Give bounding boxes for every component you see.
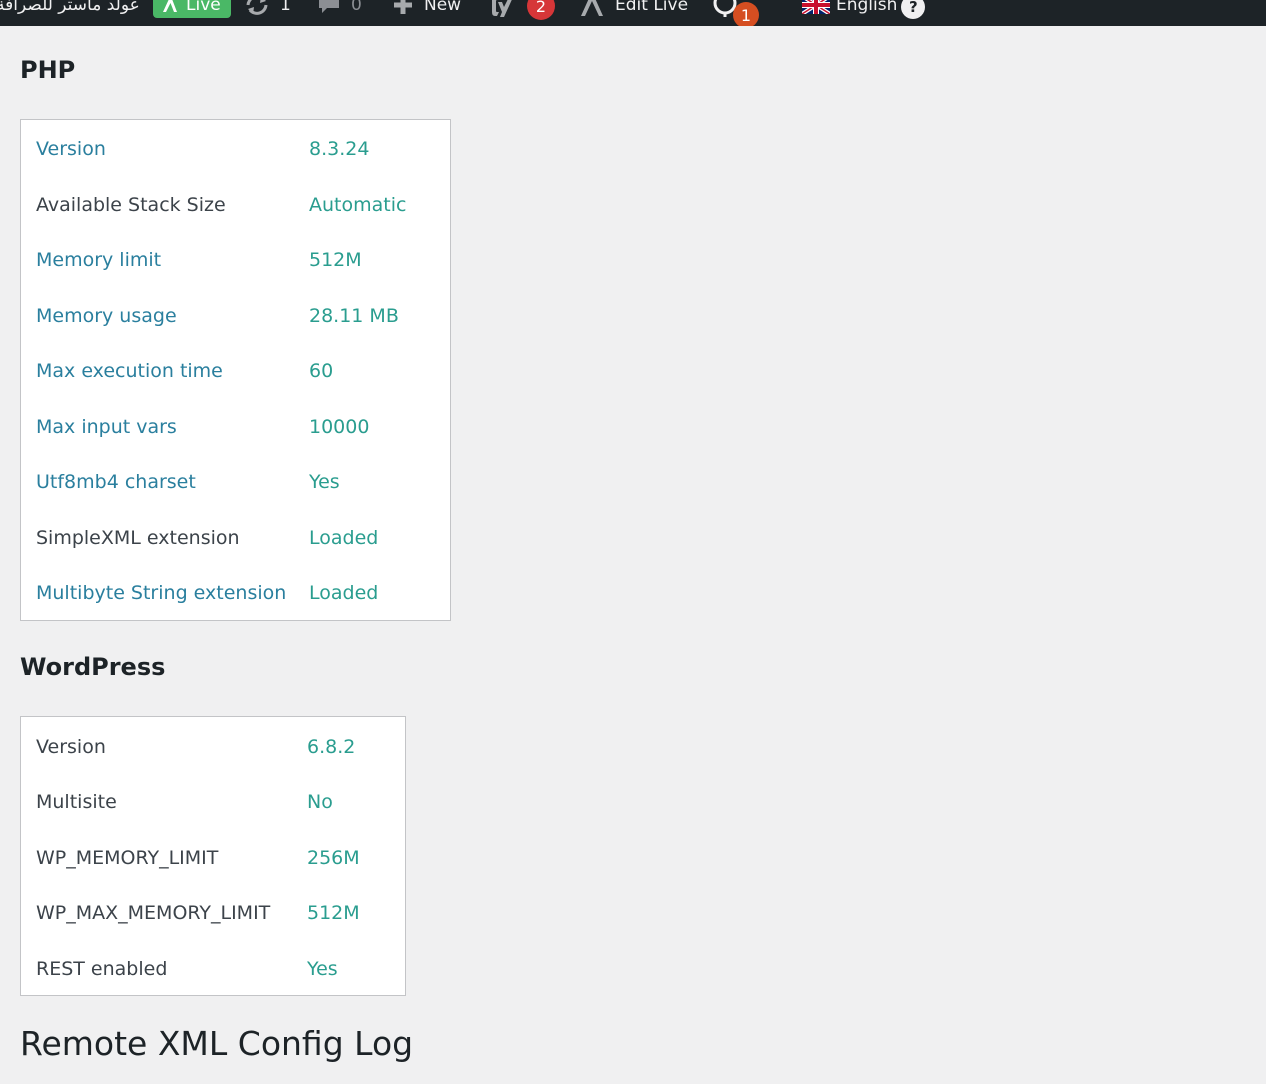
row-label: WP_MEMORY_LIMIT	[36, 847, 219, 869]
row-value: 256M	[307, 847, 360, 869]
new-label: New	[424, 0, 462, 15]
wordpress-info-table: Version 6.8.2 Multisite No WP_MEMORY_LIM…	[20, 716, 406, 996]
wp-row-rest-enabled: REST enabled Yes	[21, 949, 405, 989]
plus-icon	[394, 0, 412, 14]
row-label: Multibyte String extension	[36, 582, 287, 604]
language-label: English	[836, 0, 898, 15]
wordpress-section-title: WordPress	[20, 653, 166, 681]
php-row-mbstring: Multibyte String extension Loaded	[21, 573, 450, 613]
row-label: REST enabled	[36, 958, 168, 980]
php-row-memory-usage: Memory usage 28.11 MB	[21, 296, 450, 336]
site-name-link[interactable]: عولد ماستر للصرافة	[0, 0, 140, 19]
new-content-menu[interactable]: New	[392, 0, 461, 19]
yoast-count-badge: 2	[527, 0, 555, 20]
comments-count: 0	[351, 0, 362, 15]
row-value: No	[307, 791, 333, 813]
row-value: Loaded	[309, 527, 379, 549]
row-label: Multisite	[36, 791, 117, 813]
row-value: 512M	[309, 249, 362, 271]
yoast-icon	[492, 0, 512, 17]
uk-flag-icon	[802, 0, 830, 14]
live-button[interactable]: Live	[153, 0, 231, 18]
row-label: Memory limit	[36, 249, 162, 271]
updates-menu[interactable]: 1	[244, 0, 291, 19]
notifications-menu[interactable]: 1	[711, 0, 759, 26]
yoast-menu[interactable]: 2	[489, 0, 555, 20]
row-value: 6.8.2	[307, 736, 356, 758]
language-switcher[interactable]: English ?	[802, 0, 926, 19]
row-label: Utf8mb4 charset	[36, 471, 196, 493]
updates-count: 1	[280, 0, 291, 15]
php-row-simplexml: SimpleXML extension Loaded	[21, 518, 450, 558]
row-label: Version	[36, 138, 106, 160]
php-row-memory-limit: Memory limit 512M	[21, 240, 450, 280]
row-label: SimpleXML extension	[36, 527, 240, 549]
php-row-max-execution-time: Max execution time 60	[21, 351, 450, 391]
remote-xml-log-title: Remote XML Config Log	[20, 1024, 414, 1063]
row-label: Max input vars	[36, 416, 177, 438]
php-row-max-input-vars: Max input vars 10000	[21, 407, 450, 447]
row-value: 512M	[307, 902, 360, 924]
row-value: Loaded	[309, 582, 379, 604]
live-label: Live	[186, 0, 221, 15]
php-row-version: Version 8.3.24	[21, 129, 450, 169]
php-row-utf8mb4: Utf8mb4 charset Yes	[21, 462, 450, 502]
wp-row-memory-limit: WP_MEMORY_LIMIT 256M	[21, 838, 405, 878]
row-value: 28.11 MB	[309, 305, 399, 327]
wp-row-max-memory-limit: WP_MAX_MEMORY_LIMIT 512M	[21, 893, 405, 933]
help-icon[interactable]: ?	[901, 0, 926, 19]
edit-live-label: Edit Live	[615, 0, 689, 15]
php-info-table: Version 8.3.24 Available Stack Size Auto…	[20, 119, 451, 621]
notifications-count-badge: 1	[733, 2, 759, 26]
php-row-stack-size: Available Stack Size Automatic	[21, 185, 450, 225]
site-name-label: عولد ماستر للصرافة	[0, 0, 140, 15]
row-label: Version	[36, 736, 106, 758]
wp-row-version: Version 6.8.2	[21, 727, 405, 767]
row-value: Yes	[307, 958, 338, 980]
row-value: 10000	[309, 416, 370, 438]
row-value: 8.3.24	[309, 138, 370, 160]
live-logo-icon	[163, 0, 177, 12]
edit-live-logo-icon	[581, 0, 603, 16]
php-section-title: PHP	[20, 56, 76, 84]
row-label: WP_MAX_MEMORY_LIMIT	[36, 902, 271, 924]
edit-live-button[interactable]: Edit Live	[579, 0, 688, 19]
wp-row-multisite: Multisite No	[21, 782, 405, 822]
comments-icon	[319, 0, 339, 13]
row-value: 60	[309, 360, 334, 382]
row-value: Yes	[309, 471, 340, 493]
row-value: Automatic	[309, 194, 407, 216]
row-label: Max execution time	[36, 360, 223, 382]
admin-bar: عولد ماستر للصرافة Live 1 0 New 2 Edit L…	[0, 0, 1266, 26]
row-label: Memory usage	[36, 305, 177, 327]
row-label: Available Stack Size	[36, 194, 226, 216]
updates-icon	[246, 0, 268, 15]
comments-menu[interactable]: 0	[317, 0, 362, 19]
